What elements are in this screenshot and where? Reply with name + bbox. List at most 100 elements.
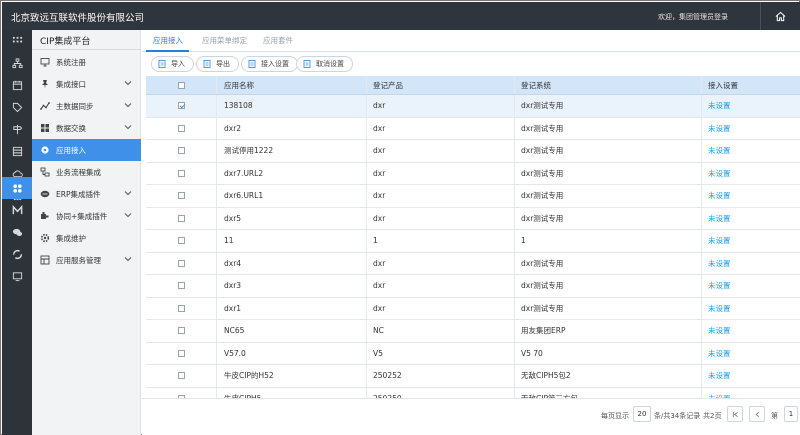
sidebar-item-integration-interface[interactable]: 集成接口 [32, 73, 141, 95]
row-checkbox[interactable] [178, 372, 185, 380]
integration-icon[interactable] [2, 177, 32, 199]
sync-icon[interactable] [2, 243, 32, 265]
table-row[interactable]: NC65 NC 用友集团ERP 未设置 [146, 320, 800, 343]
database-icon[interactable] [2, 140, 32, 162]
select-all-checkbox[interactable] [178, 81, 185, 89]
cell-system: dxr测试专用 [521, 258, 564, 268]
row-checkbox[interactable] [178, 259, 185, 267]
sidebar-item-maintenance[interactable]: 集成维护 [32, 227, 141, 249]
cell-app-name: NC65 [224, 326, 245, 336]
cell-app-name: dxr7.URL2 [224, 168, 264, 178]
mail-m-icon[interactable] [2, 199, 32, 221]
sidebar-item-master-data-sync[interactable]: 主数据同步 [32, 95, 141, 117]
screen-icon[interactable] [2, 265, 32, 287]
row-select-cell [146, 185, 216, 207]
table-row[interactable]: dxr5 dxr dxr测试专用 未设置 [146, 207, 800, 230]
table-row[interactable]: V57.0 V5 V5 70 未设置 [146, 342, 800, 365]
tag-icon[interactable] [2, 96, 32, 118]
table-row[interactable]: dxr3 dxr dxr测试专用 未设置 [146, 275, 800, 298]
row-checkbox[interactable] [178, 237, 185, 245]
cell-access-setting-link[interactable]: 未设置 [708, 320, 731, 342]
cell-access-setting-link[interactable]: 未设置 [708, 388, 731, 398]
row-checkbox[interactable] [178, 147, 185, 155]
row-checkbox[interactable] [178, 124, 185, 132]
cell-access-setting-link[interactable]: 未设置 [708, 253, 731, 275]
sidebar-item-service-management[interactable]: 应用服务管理 [32, 249, 141, 271]
cell-access-setting-link[interactable]: 未设置 [708, 163, 731, 185]
sidebar-item-data-exchange[interactable]: 数据交换 [32, 117, 141, 139]
table-row[interactable]: 牛皮CIPH5 250250 无敌CIP第三方包 未设置 [146, 387, 800, 398]
chat-icon[interactable] [2, 221, 32, 243]
cell-access-setting-link[interactable]: 未设置 [708, 208, 731, 230]
row-checkbox[interactable] [178, 214, 185, 222]
import-button[interactable]: 导入 [151, 56, 194, 72]
table-row[interactable]: 牛皮CIP的H52 250252 无敌CIPH5包2 未设置 [146, 365, 800, 388]
cell-access-setting-link[interactable]: 未设置 [708, 230, 731, 252]
page-prefix-label: 第 [771, 412, 778, 420]
row-checkbox[interactable] [178, 327, 185, 335]
access-settings-button[interactable]: 接入设置 [241, 56, 298, 72]
row-select-cell [146, 365, 216, 387]
sidebar-item-system-register[interactable]: 系统注册 [32, 51, 141, 73]
cell-system: 用友集团ERP [521, 326, 566, 336]
sidebar-item-erp-plugin[interactable]: ERP集成插件 [32, 183, 141, 205]
cell-access-setting-link[interactable]: 未设置 [708, 185, 731, 207]
row-checkbox[interactable] [178, 169, 185, 177]
prev-page-button[interactable] [749, 406, 765, 422]
cell-access-setting-link[interactable]: 未设置 [708, 365, 731, 387]
tab-bar: 应用接入 应用菜单绑定 应用套件 [142, 30, 800, 52]
export-button[interactable]: 导出 [196, 56, 239, 72]
table-row[interactable]: dxr4 dxr dxr测试专用 未设置 [146, 252, 800, 275]
row-checkbox[interactable] [178, 102, 185, 110]
table-row[interactable]: dxr1 dxr dxr测试专用 未设置 [146, 297, 800, 320]
first-page-button[interactable] [727, 406, 743, 422]
current-page-input[interactable]: 1 [784, 406, 798, 422]
cancel-settings-button[interactable]: 取消设置 [296, 56, 353, 72]
cell-app-name: dxr6.URL1 [224, 191, 264, 201]
chevron-down-icon [124, 81, 132, 86]
signpost-icon[interactable] [2, 118, 32, 140]
row-checkbox[interactable] [178, 282, 185, 290]
row-select-cell [146, 253, 216, 275]
col-app-name[interactable]: 应用名称 [224, 76, 254, 94]
cell-access-setting-link[interactable]: 未设置 [708, 275, 731, 297]
row-select-cell [146, 163, 216, 185]
page-size-select[interactable]: 20 [633, 406, 651, 422]
calendar-icon[interactable] [2, 74, 32, 96]
sidebar-item-collab-plugin[interactable]: 协同+集成插件 [32, 205, 141, 227]
table-row[interactable]: 测试停用1222 dxr dxr测试专用 未设置 [146, 140, 800, 163]
table-row[interactable]: dxr2 dxr dxr测试专用 未设置 [146, 117, 800, 140]
export-icon [203, 60, 211, 68]
col-access-setting[interactable]: 接入设置 [708, 76, 738, 94]
sidebar-item-business-process[interactable]: 业务流程集成 [32, 161, 141, 183]
cell-product: dxr [373, 303, 386, 313]
table-row[interactable]: dxr7.URL2 dxr dxr测试专用 未设置 [146, 162, 800, 185]
home-button[interactable] [760, 2, 800, 30]
row-checkbox[interactable] [178, 349, 185, 357]
module-sidebar: CIP集成平台 系统注册 集成接口 主数据同步 数据交换 应用接入 业务流程集成 [32, 30, 141, 435]
tab-app-access[interactable]: 应用接入 [153, 35, 183, 46]
cell-access-setting-link[interactable]: 未设置 [708, 95, 731, 117]
tab-app-suite[interactable]: 应用套件 [263, 35, 293, 46]
menu-grid-icon[interactable] [2, 30, 32, 52]
sidebar-item-app-access[interactable]: 应用接入 [32, 139, 141, 161]
table-row[interactable]: 138108 dxr dxr测试专用 未设置 [146, 95, 800, 118]
active-tab-indicator [146, 50, 189, 52]
home-icon [775, 11, 786, 21]
tab-app-menu-binding[interactable]: 应用菜单绑定 [202, 35, 247, 46]
cell-access-setting-link[interactable]: 未设置 [708, 298, 731, 320]
cell-system: 1 [521, 236, 526, 246]
cell-system: 无敌CIPH5包2 [521, 371, 571, 381]
row-checkbox[interactable] [178, 192, 185, 200]
col-product[interactable]: 登记产品 [373, 76, 403, 94]
cell-access-setting-link[interactable]: 未设置 [708, 343, 731, 365]
cell-product: NC [373, 326, 384, 336]
cell-access-setting-link[interactable]: 未设置 [708, 140, 731, 162]
cell-access-setting-link[interactable]: 未设置 [708, 118, 731, 140]
col-system[interactable]: 登记系统 [521, 76, 551, 94]
table-row[interactable]: dxr6.URL1 dxr dxr测试专用 未设置 [146, 185, 800, 208]
table-row[interactable]: 11 1 1 未设置 [146, 230, 800, 253]
apps-icon [40, 255, 50, 265]
org-tree-icon[interactable] [2, 52, 32, 74]
row-checkbox[interactable] [178, 304, 185, 312]
